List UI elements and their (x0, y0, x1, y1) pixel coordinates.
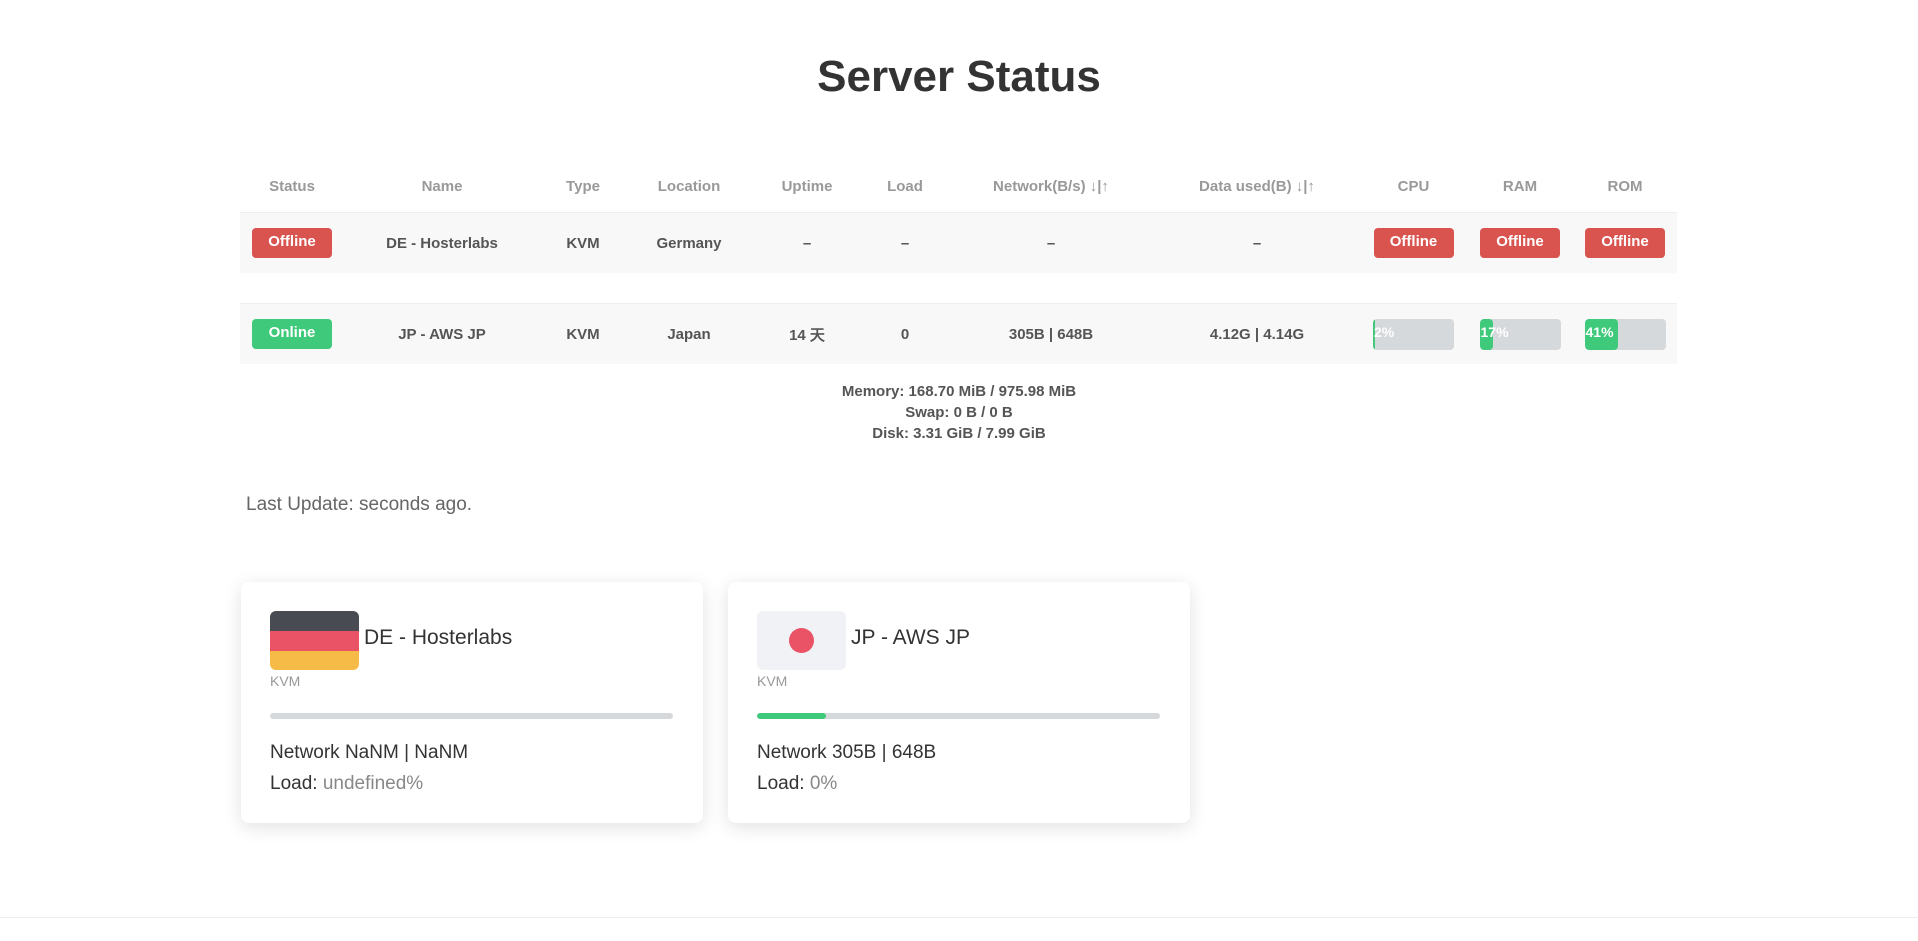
card-network: Network NaNM | NaNM (270, 742, 469, 763)
table-row[interactable]: Offline DE - Hosterlabs KVM Germany – – … (240, 212, 1677, 273)
header-ram[interactable]: RAM (1467, 178, 1573, 195)
footer-divider (0, 917, 1918, 918)
germany-flag-icon (270, 611, 359, 670)
header-status[interactable]: Status (240, 178, 344, 195)
card-load: Load: 0% (757, 773, 837, 795)
server-location: Germany (656, 234, 722, 252)
card-load-value: 0% (809, 773, 838, 794)
cpu-status-badge: Offline (1373, 228, 1454, 258)
server-card[interactable]: DE - Hosterlabs KVM Network NaNM | NaNM … (241, 582, 703, 823)
rom-percent: 41% (1585, 323, 1614, 340)
last-update-text: Last Update: seconds ago. (246, 494, 473, 515)
ram-status-badge: Offline (1480, 228, 1560, 258)
header-cpu[interactable]: CPU (1360, 178, 1467, 195)
header-data-used[interactable]: Data used(B) ↓|↑ (1154, 178, 1360, 195)
ram-progress-bar: 17% (1479, 318, 1561, 350)
card-progress-bar (757, 713, 1160, 719)
card-load-label: Load: (270, 773, 323, 794)
server-load: 0 (900, 325, 910, 343)
header-rom[interactable]: ROM (1573, 178, 1677, 195)
card-server-name: DE - Hosterlabs (364, 626, 513, 649)
cpu-progress-bar: 2% (1373, 318, 1454, 350)
server-name: DE - Hosterlabs (386, 234, 498, 252)
server-type: KVM (566, 234, 600, 252)
ram-percent: 17% (1480, 323, 1509, 340)
server-location: Japan (667, 325, 711, 343)
cpu-percent: 2% (1374, 323, 1395, 340)
server-uptime: – (802, 234, 812, 252)
header-network[interactable]: Network(B/s) ↓|↑ (948, 178, 1154, 195)
card-load: Load: undefined% (270, 773, 423, 795)
japan-flag-icon (757, 611, 846, 670)
card-network: Network 305B | 648B (757, 742, 937, 763)
server-load: – (900, 234, 910, 252)
memory-detail: Memory: 168.70 MiB / 975.98 MiB (841, 383, 1077, 400)
server-name: JP - AWS JP (398, 325, 486, 343)
card-progress-fill (757, 713, 826, 719)
header-load[interactable]: Load (862, 178, 948, 195)
header-name[interactable]: Name (344, 178, 540, 195)
row-spacer (240, 273, 1677, 303)
card-progress-bar (270, 713, 673, 719)
header-uptime[interactable]: Uptime (752, 178, 862, 195)
table-header: Status Name Type Location Uptime Load Ne… (240, 160, 1677, 212)
server-data-used: – (1252, 234, 1262, 252)
card-server-type: KVM (757, 673, 788, 689)
server-uptime: 14 天 (789, 326, 825, 344)
header-type[interactable]: Type (540, 178, 626, 195)
status-badge: Offline (252, 228, 332, 258)
server-network: 305B | 648B (1008, 325, 1094, 343)
server-data-used: 4.12G | 4.14G (1209, 325, 1305, 343)
card-server-type: KVM (270, 673, 301, 689)
card-load-label: Load: (757, 773, 810, 794)
disk-detail: Disk: 3.31 GiB / 7.99 GiB (872, 425, 1046, 442)
page-title: Server Status (817, 52, 1101, 101)
server-type: KVM (566, 325, 600, 343)
swap-detail: Swap: 0 B / 0 B (905, 404, 1013, 421)
rom-status-badge: Offline (1585, 228, 1665, 258)
status-badge: Online (252, 319, 332, 349)
server-network: – (1046, 234, 1056, 252)
card-server-name: JP - AWS JP (851, 626, 971, 649)
server-card[interactable]: JP - AWS JP KVM Network 305B | 648B Load… (728, 582, 1190, 823)
server-table: Status Name Type Location Uptime Load Ne… (240, 160, 1677, 364)
card-load-value: undefined% (322, 773, 424, 794)
header-location[interactable]: Location (626, 178, 752, 195)
table-row[interactable]: Online JP - AWS JP KVM Japan 14 天 0 305B… (240, 303, 1677, 364)
server-details: Memory: 168.70 MiB / 975.98 MiB Swap: 0 … (0, 381, 1918, 444)
rom-progress-bar: 41% (1584, 318, 1666, 350)
